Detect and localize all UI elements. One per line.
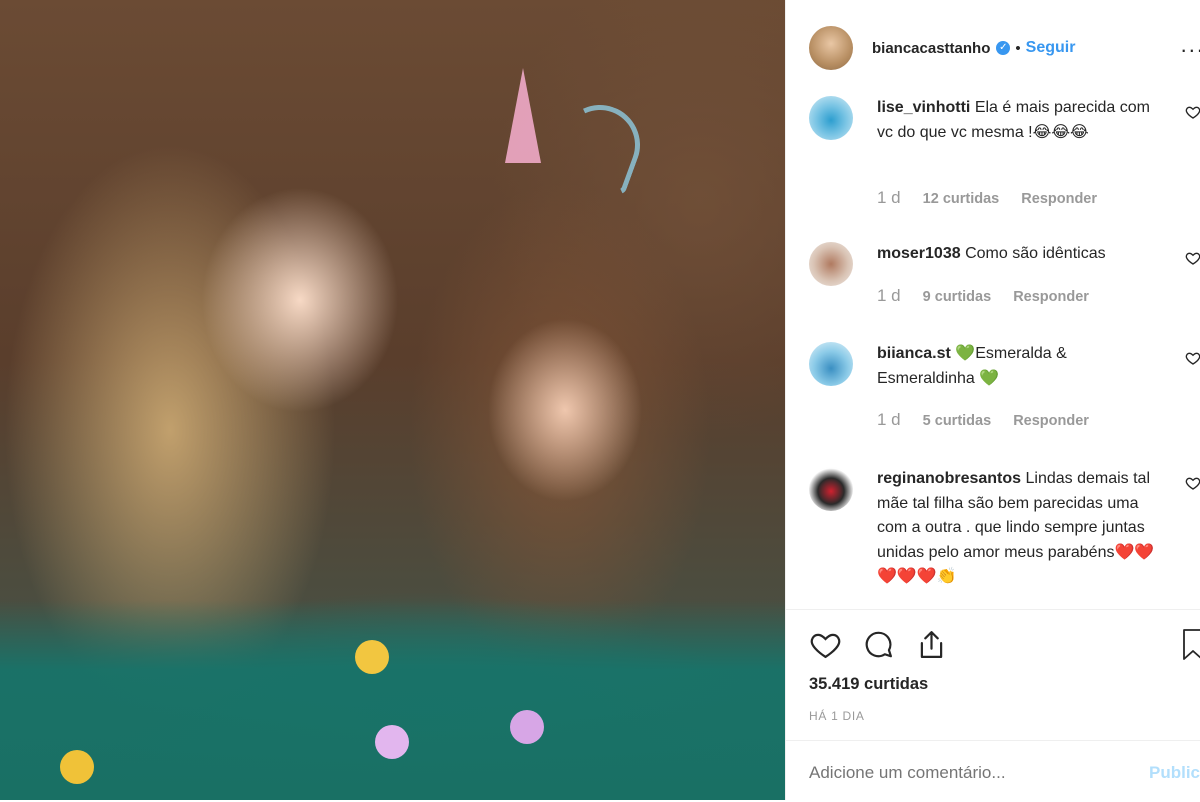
comment-time: 1 d <box>877 188 901 207</box>
header-separator: • <box>1015 39 1021 57</box>
comment-text-block: reginanobresantos Lindas demais tal mãe … <box>877 467 1167 590</box>
photo-unicorn-horn <box>505 68 541 163</box>
comment-avatar[interactable] <box>809 96 853 140</box>
more-options-icon[interactable]: ... <box>1181 32 1200 58</box>
comment-text-block: biianca.st 💚Esmeralda & Esmeraldinha 💚 <box>877 342 1167 391</box>
bookmark-icon[interactable] <box>1181 628 1200 661</box>
comment-meta: 1 d 12 curtidas Responder <box>877 188 1115 208</box>
post-photo[interactable] <box>0 0 785 800</box>
comment-text-block: lise_vinhotti Ela é mais parecida com vc… <box>877 96 1167 145</box>
photo-dress-area <box>0 600 785 800</box>
comment-avatar[interactable] <box>809 242 853 286</box>
comment-heart-icon[interactable] <box>1185 350 1200 366</box>
photo-flower <box>375 725 409 759</box>
comment-time: 1 d <box>877 286 901 305</box>
comment-text: Lindas demais tal mãe tal filha são bem … <box>877 470 1155 585</box>
publish-button[interactable]: Publicar <box>1149 763 1200 783</box>
heart-icon[interactable] <box>809 628 842 661</box>
post-header: biancacasttanho ✓ • Seguir ... <box>786 0 1200 96</box>
comment-reply-button[interactable]: Responder <box>1013 413 1089 429</box>
comment-reply-button[interactable]: Responder <box>1013 289 1089 305</box>
comment-username[interactable]: reginanobresantos <box>877 470 1021 487</box>
instagram-post: biancacasttanho ✓ • Seguir ... lise_vinh… <box>0 0 1200 800</box>
comment-input[interactable] <box>809 763 1109 783</box>
follow-button[interactable]: Seguir <box>1026 39 1076 57</box>
comment-avatar[interactable] <box>809 467 853 511</box>
comment-likes[interactable]: 12 curtidas <box>923 191 1000 207</box>
comment-heart-icon[interactable] <box>1185 250 1200 266</box>
comment-meta: 1 d 9 curtidas Responder <box>877 286 1107 306</box>
photo-flower <box>355 640 389 674</box>
comments-list[interactable]: lise_vinhotti Ela é mais parecida com vc… <box>786 96 1200 608</box>
verified-badge-icon: ✓ <box>996 41 1011 55</box>
photo-unicorn-ear <box>548 93 652 197</box>
comment-text: Como são idênticas <box>965 245 1106 262</box>
comment-avatar[interactable] <box>809 342 853 386</box>
share-icon[interactable] <box>915 628 948 661</box>
comment-username[interactable]: lise_vinhotti <box>877 99 970 116</box>
author-avatar[interactable] <box>809 26 853 70</box>
comment-likes[interactable]: 9 curtidas <box>923 289 992 305</box>
post-likes-count[interactable]: 35.419 curtidas <box>809 675 928 694</box>
comment-text-block: moser1038 Como são idênticas <box>877 242 1167 267</box>
comment-username[interactable]: moser1038 <box>877 245 961 262</box>
comment-heart-icon[interactable] <box>1185 475 1200 491</box>
action-bar <box>809 628 948 664</box>
comment-icon[interactable] <box>862 628 895 661</box>
comment-likes[interactable]: 5 curtidas <box>923 413 992 429</box>
author-username[interactable]: biancacasttanho <box>872 40 990 57</box>
post-footer: 35.419 curtidas HÁ 1 DIA Publicar <box>786 609 1200 801</box>
post-side-panel: biancacasttanho ✓ • Seguir ... lise_vinh… <box>785 0 1200 800</box>
comment-time: 1 d <box>877 410 901 429</box>
comment-reply-button[interactable]: Responder <box>1021 191 1097 207</box>
comment-username[interactable]: biianca.st <box>877 345 951 362</box>
comment-heart-icon[interactable] <box>1185 104 1200 120</box>
comment-meta: 1 d 5 curtidas Responder <box>877 410 1107 430</box>
post-time: HÁ 1 DIA <box>809 709 865 723</box>
photo-flower <box>60 750 94 784</box>
photo-flower <box>510 710 544 744</box>
add-comment-row: Publicar <box>786 740 1200 802</box>
